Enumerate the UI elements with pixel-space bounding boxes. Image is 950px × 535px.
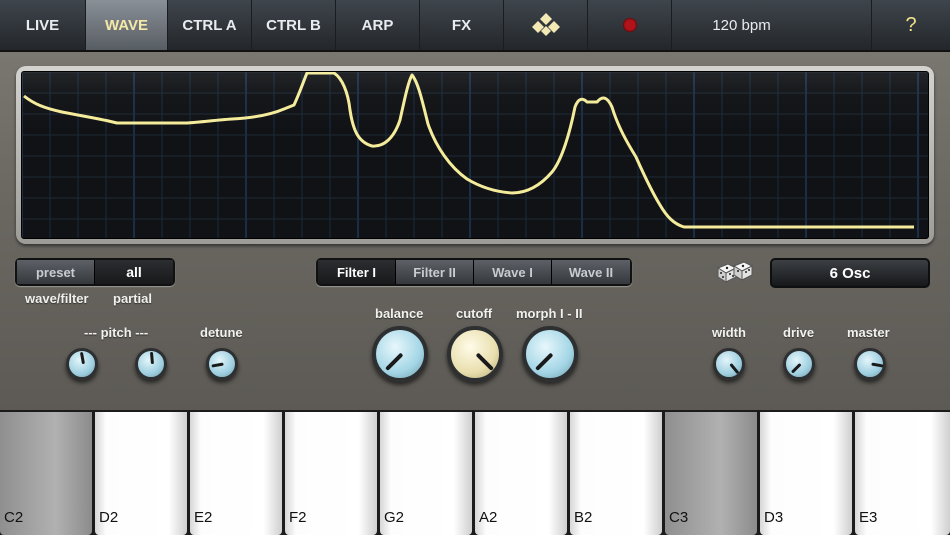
- wave-i-button[interactable]: Wave I: [474, 260, 552, 284]
- help-button[interactable]: ?: [872, 0, 950, 50]
- record-icon: [622, 18, 637, 32]
- osc-count-value: 6 Osc: [829, 264, 871, 282]
- key-e2[interactable]: E2: [190, 412, 282, 535]
- mode-selector: Filter I Filter II Wave I Wave II: [316, 258, 632, 286]
- key-f2[interactable]: F2: [285, 412, 377, 535]
- all-label: all: [126, 264, 142, 280]
- morph-label: morph I - II: [516, 306, 583, 321]
- all-button[interactable]: all: [95, 260, 173, 284]
- detune-knob[interactable]: [206, 348, 238, 380]
- key-e3[interactable]: E3: [855, 412, 950, 535]
- wave-filter-label: wave/filter: [25, 291, 89, 306]
- cutoff-knob[interactable]: [447, 326, 503, 382]
- morph-knob[interactable]: [522, 326, 578, 382]
- logo-button[interactable]: [504, 0, 588, 50]
- width-knob[interactable]: [713, 348, 745, 380]
- tab-wave-label: WAVE: [104, 16, 149, 34]
- key-label: E3: [859, 509, 878, 526]
- pitch-coarse-knob[interactable]: [66, 348, 98, 380]
- preset-button[interactable]: preset: [17, 260, 95, 284]
- dice-icon: [716, 261, 754, 283]
- wave-i-label: Wave I: [492, 264, 533, 280]
- tab-live-label: LIVE: [25, 16, 60, 34]
- wave-display-frame: [16, 66, 934, 244]
- master-knob[interactable]: [854, 348, 886, 380]
- tab-arp[interactable]: ARP: [336, 0, 420, 50]
- balance-label: balance: [375, 306, 424, 321]
- key-label: C3: [669, 509, 689, 526]
- cutoff-label: cutoff: [456, 306, 493, 321]
- synth-panel: preset all wave/filter partial Filter I …: [0, 52, 950, 410]
- partial-label: partial: [113, 291, 153, 306]
- balance-knob[interactable]: [372, 326, 428, 382]
- key-label: F2: [289, 509, 307, 526]
- detune-label: detune: [200, 325, 243, 340]
- help-icon: ?: [905, 13, 917, 36]
- key-g2[interactable]: G2: [380, 412, 472, 535]
- tab-fx[interactable]: FX: [420, 0, 504, 50]
- pitch-fine-knob[interactable]: [135, 348, 167, 380]
- tab-ctrl-a[interactable]: CTRL A: [168, 0, 252, 50]
- key-c3[interactable]: C3: [665, 412, 757, 535]
- pitch-label: --- pitch ---: [84, 325, 149, 340]
- drive-label: drive: [783, 325, 815, 340]
- key-d2[interactable]: D2: [95, 412, 187, 535]
- piano-keyboard: C2 D2 E2 F2 G2 A2 B2 C3 D3 E3: [0, 410, 950, 535]
- key-label: D2: [99, 509, 119, 526]
- wave-ii-button[interactable]: Wave II: [552, 260, 630, 284]
- preset-label: preset: [35, 264, 76, 280]
- wave-source-selector: preset all: [15, 258, 175, 286]
- drive-knob[interactable]: [783, 348, 815, 380]
- tempo-display[interactable]: 120 bpm: [672, 0, 872, 50]
- tab-arp-label: ARP: [361, 16, 394, 34]
- key-c2[interactable]: C2: [0, 412, 92, 535]
- key-label: G2: [384, 509, 405, 526]
- filter-i-button[interactable]: Filter I: [318, 260, 396, 284]
- tab-live[interactable]: LIVE: [0, 0, 86, 50]
- oscillator-count-selector[interactable]: 6 Osc: [770, 258, 930, 288]
- filter-ii-button[interactable]: Filter II: [396, 260, 474, 284]
- record-button[interactable]: [588, 0, 672, 50]
- wave-ii-label: Wave II: [568, 264, 614, 280]
- tab-ctrl-b-label: CTRL B: [266, 16, 321, 34]
- filter-ii-label: Filter II: [413, 264, 456, 280]
- master-label: master: [847, 325, 890, 340]
- filter-i-label: Filter I: [336, 264, 376, 280]
- waveform-graph: [22, 72, 928, 238]
- key-b2[interactable]: B2: [570, 412, 662, 535]
- key-label: E2: [194, 509, 213, 526]
- width-label: width: [712, 325, 746, 340]
- key-label: D3: [764, 509, 784, 526]
- randomize-button[interactable]: [714, 258, 754, 286]
- diamond-grid-logo-icon: [531, 13, 560, 36]
- tab-ctrl-b[interactable]: CTRL B: [252, 0, 336, 50]
- top-navigation: LIVE WAVE CTRL A CTRL B ARP FX 120 bpm ?: [0, 0, 950, 52]
- key-d3[interactable]: D3: [760, 412, 852, 535]
- key-a2[interactable]: A2: [475, 412, 567, 535]
- key-label: C2: [4, 509, 24, 526]
- key-label: A2: [479, 509, 498, 526]
- waveform-display[interactable]: [21, 71, 929, 239]
- tab-ctrl-a-label: CTRL A: [182, 16, 237, 34]
- key-label: B2: [574, 509, 593, 526]
- tab-fx-label: FX: [451, 16, 472, 34]
- tab-wave[interactable]: WAVE: [86, 0, 168, 50]
- bpm-value: 120 bpm: [712, 16, 771, 34]
